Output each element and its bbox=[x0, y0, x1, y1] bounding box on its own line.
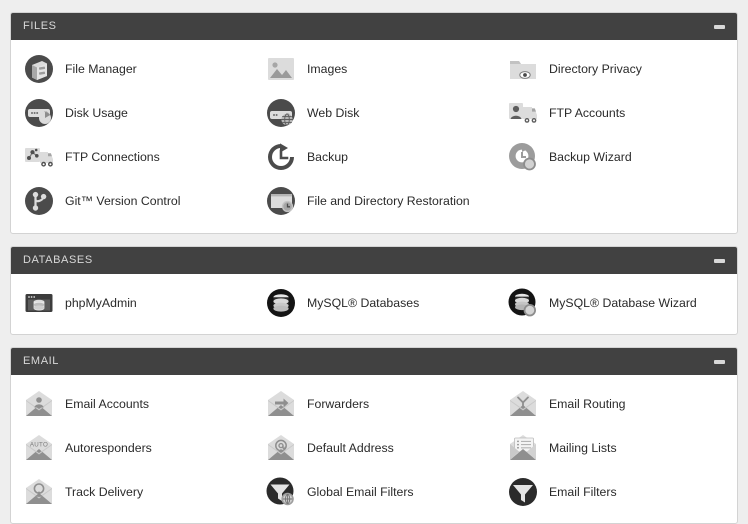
feature-item[interactable]: Git™ Version Control bbox=[11, 179, 253, 223]
feature-item[interactable]: Images bbox=[253, 47, 495, 91]
feature-item-label: Autoresponders bbox=[65, 440, 152, 455]
global-email-filters-icon bbox=[266, 477, 296, 507]
feature-item-label: Mailing Lists bbox=[548, 440, 617, 455]
mysql-database-wizard-icon bbox=[508, 288, 538, 318]
feature-item[interactable]: Email Filters bbox=[495, 470, 737, 514]
feature-item-label: MySQL® Databases bbox=[306, 295, 420, 310]
panel-databases: DATABASES phpMyAdmin MySQL® Databases My… bbox=[10, 246, 738, 335]
feature-item[interactable]: FTP Connections bbox=[11, 135, 253, 179]
feature-item-label: Backup Wizard bbox=[548, 149, 632, 164]
git-version-control-icon bbox=[24, 186, 54, 216]
feature-item-label: Web Disk bbox=[306, 105, 360, 120]
feature-item[interactable]: Backup bbox=[253, 135, 495, 179]
ftp-connections-icon bbox=[24, 142, 54, 172]
images-icon bbox=[266, 54, 296, 84]
feature-item[interactable]: File Manager bbox=[11, 47, 253, 91]
feature-item-label: FTP Accounts bbox=[548, 105, 626, 120]
panel-title: EMAIL bbox=[23, 355, 60, 367]
feature-item-label: FTP Connections bbox=[65, 149, 160, 164]
feature-item-label: Forwarders bbox=[306, 396, 370, 411]
cpanel-dashboard: FILES File Manager Images Directory Priv… bbox=[0, 0, 748, 524]
feature-item[interactable]: Global Email Filters bbox=[253, 470, 495, 514]
feature-item-label: Email Routing bbox=[548, 396, 626, 411]
forwarders-icon bbox=[266, 389, 296, 419]
feature-item[interactable]: Email Routing bbox=[495, 382, 737, 426]
email-routing-icon bbox=[508, 389, 538, 419]
feature-item-label: Directory Privacy bbox=[548, 61, 642, 76]
feature-item-label: File and Directory Restoration bbox=[306, 193, 470, 208]
panel-title: FILES bbox=[23, 20, 57, 32]
feature-item-label: phpMyAdmin bbox=[65, 295, 137, 310]
feature-item[interactable]: Directory Privacy bbox=[495, 47, 737, 91]
phpmyadmin-icon bbox=[24, 288, 54, 318]
panel-body-email: Email Accounts Forwarders Email Routing … bbox=[11, 375, 737, 523]
disk-usage-icon bbox=[24, 98, 54, 128]
svg-text:AUTO: AUTO bbox=[30, 442, 48, 449]
panel-body-files: File Manager Images Directory Privacy Di… bbox=[11, 40, 737, 233]
feature-item-label: MySQL® Database Wizard bbox=[548, 295, 697, 310]
feature-item-label: Backup bbox=[306, 149, 348, 164]
feature-item-label: Global Email Filters bbox=[306, 484, 414, 499]
feature-item[interactable]: Mailing Lists bbox=[495, 426, 737, 470]
ftp-accounts-icon bbox=[508, 98, 538, 128]
feature-item[interactable]: Default Address bbox=[253, 426, 495, 470]
collapse-icon[interactable] bbox=[711, 253, 727, 269]
panel-email: EMAIL Email Accounts Forwarders Email Ro… bbox=[10, 347, 738, 524]
feature-item[interactable]: Web Disk bbox=[253, 91, 495, 135]
email-accounts-icon bbox=[24, 389, 54, 419]
file-directory-restoration-icon bbox=[266, 186, 296, 216]
panel-list: FILES File Manager Images Directory Priv… bbox=[10, 12, 738, 524]
feature-item-label: Disk Usage bbox=[65, 105, 128, 120]
feature-item[interactable]: FTP Accounts bbox=[495, 91, 737, 135]
mysql-databases-icon bbox=[266, 288, 296, 318]
file-manager-icon bbox=[24, 54, 54, 84]
mailing-lists-icon bbox=[508, 433, 538, 463]
feature-item[interactable]: Backup Wizard bbox=[495, 135, 737, 179]
backup-icon bbox=[266, 142, 296, 172]
feature-item[interactable]: Track Delivery bbox=[11, 470, 253, 514]
feature-item-label: Git™ Version Control bbox=[65, 193, 181, 208]
feature-item[interactable]: Forwarders bbox=[253, 382, 495, 426]
panel-title: DATABASES bbox=[23, 254, 93, 266]
feature-item-label: Email Filters bbox=[548, 484, 617, 499]
feature-item-label: File Manager bbox=[65, 61, 137, 76]
collapse-icon[interactable] bbox=[711, 19, 727, 35]
panel-header-email[interactable]: EMAIL bbox=[11, 348, 737, 375]
feature-item[interactable]: MySQL® Databases bbox=[253, 281, 495, 325]
feature-item[interactable]: File and Directory Restoration bbox=[253, 179, 495, 223]
feature-item-label: Email Accounts bbox=[65, 396, 150, 411]
web-disk-icon bbox=[266, 98, 296, 128]
feature-item-label: Images bbox=[306, 61, 348, 76]
backup-wizard-icon bbox=[508, 142, 538, 172]
feature-item-label: Track Delivery bbox=[65, 484, 144, 499]
feature-item-label: Default Address bbox=[306, 440, 394, 455]
feature-item[interactable]: MySQL® Database Wizard bbox=[495, 281, 737, 325]
collapse-dash bbox=[713, 24, 725, 29]
panel-header-databases[interactable]: DATABASES bbox=[11, 247, 737, 274]
feature-item[interactable]: Email Accounts bbox=[11, 382, 253, 426]
collapse-dash bbox=[713, 258, 725, 263]
feature-item[interactable]: AUTO Autoresponders bbox=[11, 426, 253, 470]
collapse-icon[interactable] bbox=[711, 354, 727, 370]
default-address-icon bbox=[266, 433, 296, 463]
track-delivery-icon bbox=[24, 477, 54, 507]
panel-body-databases: phpMyAdmin MySQL® Databases MySQL® Datab… bbox=[11, 274, 737, 334]
panel-files: FILES File Manager Images Directory Priv… bbox=[10, 12, 738, 234]
feature-item[interactable]: phpMyAdmin bbox=[11, 281, 253, 325]
panel-header-files[interactable]: FILES bbox=[11, 13, 737, 40]
autoresponders-icon: AUTO bbox=[24, 433, 54, 463]
collapse-dash bbox=[713, 359, 725, 364]
email-filters-icon bbox=[508, 477, 538, 507]
feature-item[interactable]: Disk Usage bbox=[11, 91, 253, 135]
directory-privacy-icon bbox=[508, 54, 538, 84]
